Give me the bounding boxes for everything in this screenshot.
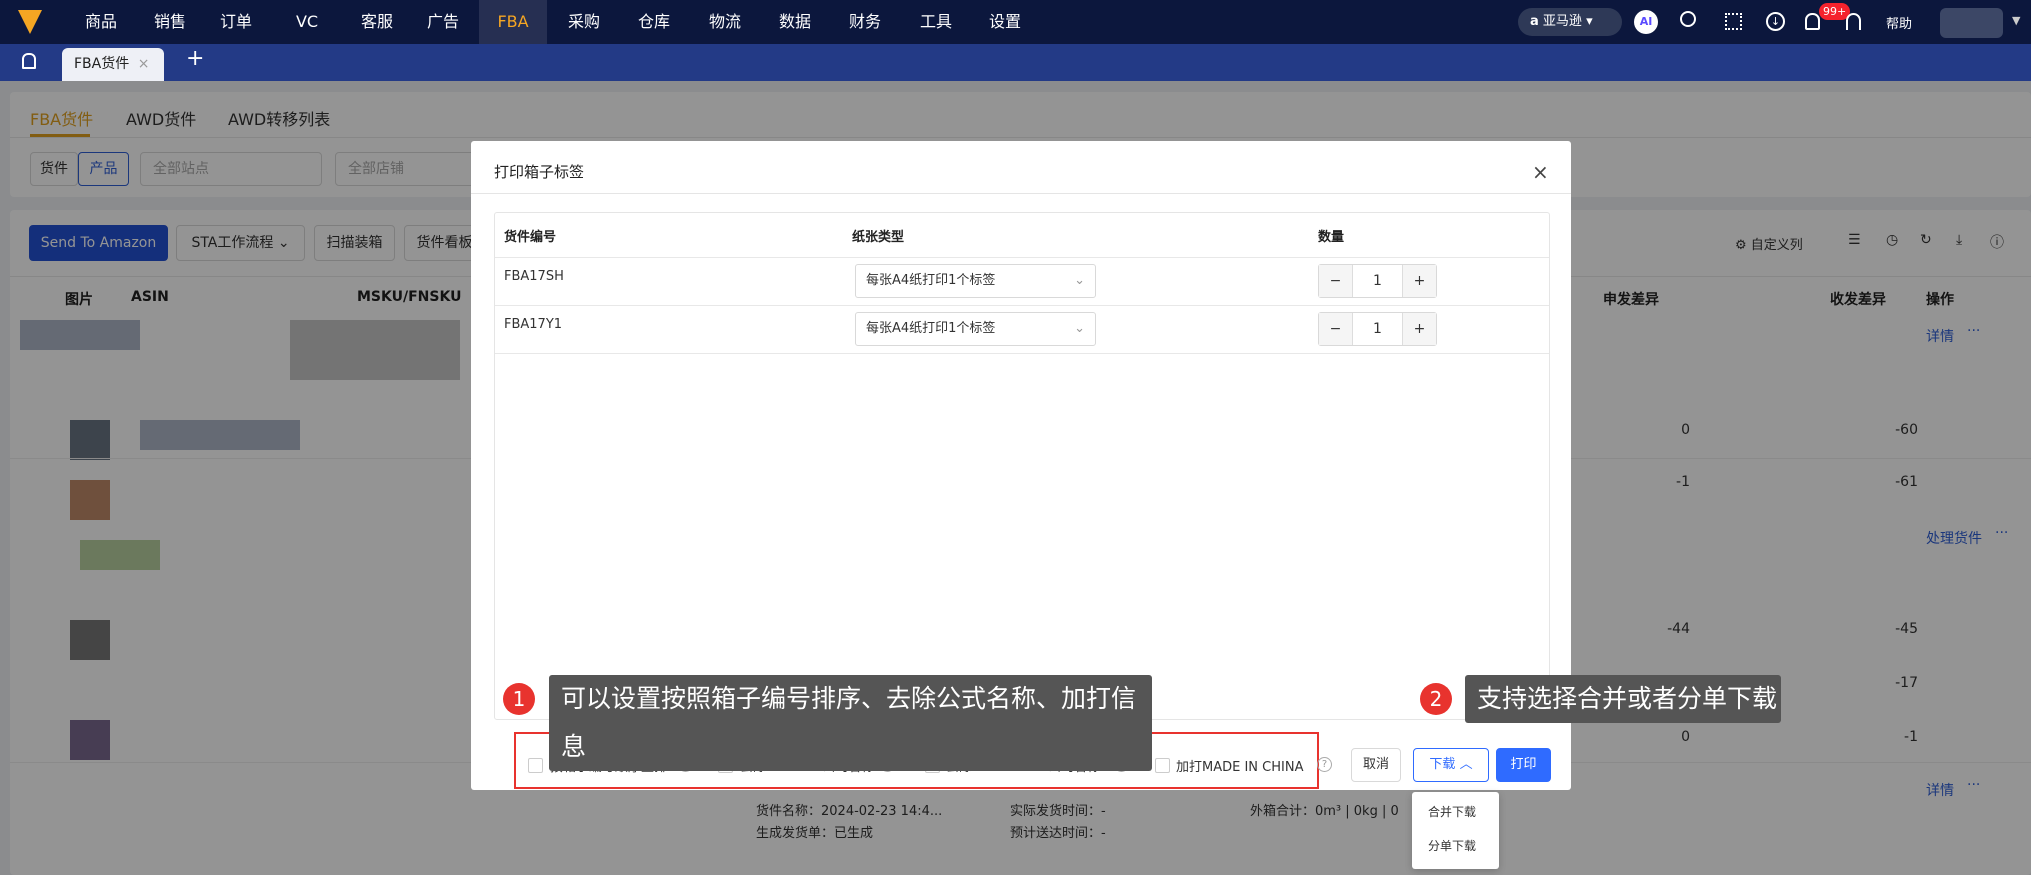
download-button[interactable]: 下载 ︿ (1413, 748, 1489, 782)
callout-number-2: 2 (1420, 683, 1452, 715)
label-table: 货件编号 纸张类型 数量 FBA17SH 每张A4纸打印1个标签 ⌄ −1 + FB… (494, 212, 1550, 720)
nav-item-tools[interactable]: 工具 (902, 0, 970, 44)
plus-button[interactable]: + (1402, 265, 1436, 297)
nav-item-logistics[interactable]: 物流 (691, 0, 759, 44)
chevron-down-icon: ⌄ (1074, 321, 1085, 336)
shipment-id: FBA17SH (504, 269, 564, 284)
cancel-button[interactable]: 取消 (1351, 748, 1401, 782)
col-quantity: 数量 (1318, 230, 1345, 245)
close-icon[interactable]: × (1532, 160, 1549, 184)
quantity-value[interactable]: 1 (1353, 265, 1402, 297)
home-icon[interactable] (22, 53, 36, 69)
paper-type-select[interactable]: 每张A4纸打印1个标签 ⌄ (855, 312, 1096, 346)
paper-type-value: 每张A4纸打印1个标签 (866, 273, 996, 288)
divider (495, 305, 1549, 306)
tab-fba-shipments[interactable]: FBA货件 × (62, 48, 164, 81)
plus-button[interactable]: + (1402, 313, 1436, 345)
divider (495, 257, 1549, 258)
avatar[interactable] (1940, 8, 2003, 38)
nav-item-sales[interactable]: 销售 (136, 0, 204, 44)
divider (495, 353, 1549, 354)
divider (471, 193, 1571, 194)
top-nav: 商品 销售 订单 VC 客服 广告 FBA 采购 仓库 物流 数据 财务 工具 … (0, 0, 2031, 44)
tab-bar: FBA货件 × + (0, 44, 2031, 81)
help-icon[interactable]: ? (1317, 757, 1332, 772)
paper-type-select[interactable]: 每张A4纸打印1个标签 ⌄ (855, 264, 1096, 298)
nav-item-ads[interactable]: 广告 (409, 0, 477, 44)
add-tab-icon[interactable]: + (186, 46, 204, 71)
headset-icon[interactable] (1846, 13, 1861, 30)
search-icon[interactable] (1680, 11, 1696, 27)
logo-icon[interactable] (18, 10, 42, 34)
print-button[interactable]: 打印 (1496, 748, 1551, 782)
col-paper-type: 纸张类型 (852, 230, 905, 245)
nav-item-fba[interactable]: FBA (479, 0, 547, 44)
platform-label: 亚马逊 (1542, 14, 1582, 29)
minus-button[interactable]: − (1319, 313, 1353, 345)
quantity-value[interactable]: 1 (1353, 313, 1402, 345)
download-menu: 合并下载 分单下载 (1412, 792, 1499, 869)
nav-item-vc[interactable]: VC (273, 0, 341, 44)
quantity-stepper[interactable]: −1 + (1318, 312, 1437, 346)
nav-item-data[interactable]: 数据 (761, 0, 829, 44)
tab-label: FBA货件 (74, 56, 130, 72)
reorder-checkbox[interactable] (528, 758, 543, 773)
paper-type-value: 每张A4纸打印1个标签 (866, 321, 996, 336)
menu-item-merge-download[interactable]: 合并下载 (1428, 803, 1476, 820)
chevron-down-icon: ⌄ (1074, 273, 1085, 288)
download-icon[interactable]: ↓ (1766, 12, 1785, 31)
quantity-stepper[interactable]: −1 + (1318, 264, 1437, 298)
chevron-up-icon: ︿ (1459, 757, 1473, 772)
help-link[interactable]: 帮助 (1886, 13, 1912, 32)
download-label: 下载 (1429, 757, 1456, 772)
nav-item-purchase[interactable]: 采购 (550, 0, 618, 44)
close-icon[interactable]: × (138, 56, 150, 72)
callout-1: 可以设置按照箱子编号排序、去除公式名称、加打信息 (549, 675, 1152, 771)
shipment-id: FBA17Y1 (504, 317, 563, 332)
callout-number-1: 1 (503, 683, 535, 715)
nav-item-warehouse[interactable]: 仓库 (620, 0, 688, 44)
platform-selector[interactable]: a 亚马逊 ▾ (1518, 8, 1622, 36)
nav-item-finance[interactable]: 财务 (831, 0, 899, 44)
callout-2: 支持选择合并或者分单下载 (1465, 675, 1781, 723)
minus-button[interactable]: − (1319, 265, 1353, 297)
menu-item-split-download[interactable]: 分单下载 (1428, 837, 1476, 854)
dialog-title: 打印箱子标签 (494, 163, 585, 181)
nav-item-service[interactable]: 客服 (343, 0, 411, 44)
nav-item-orders[interactable]: 订单 (202, 0, 270, 44)
made-in-china-label: 加打MADE IN CHINA (1176, 760, 1304, 775)
bell-icon[interactable] (1805, 13, 1820, 30)
nav-item-products[interactable]: 商品 (67, 0, 135, 44)
amazon-icon: a (1530, 14, 1539, 29)
nav-item-settings[interactable]: 设置 (971, 0, 1039, 44)
apps-grid-icon[interactable] (1725, 13, 1742, 30)
made-in-china-checkbox[interactable] (1155, 758, 1170, 773)
avatar-caret-icon[interactable]: ▼ (2012, 14, 2020, 27)
ai-button[interactable]: AI (1634, 10, 1658, 34)
col-shipment-id: 货件编号 (504, 230, 557, 245)
